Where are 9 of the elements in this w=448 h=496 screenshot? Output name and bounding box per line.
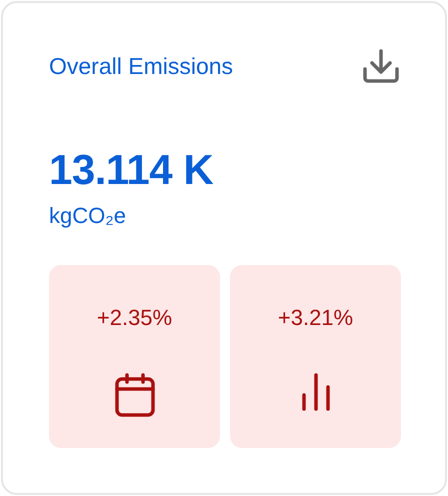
emissions-value: 13.114 K (49, 149, 214, 191)
calendar-icon (114, 373, 154, 417)
change-percent: +2.35% (96, 307, 172, 329)
change-percent: +3.21% (278, 307, 354, 329)
download-icon (363, 49, 399, 83)
bar-chart-icon (300, 373, 330, 411)
download-button[interactable] (363, 49, 399, 83)
unit-label: kgCO₂e (49, 205, 128, 227)
card-title: Overall Emissions (49, 55, 234, 78)
